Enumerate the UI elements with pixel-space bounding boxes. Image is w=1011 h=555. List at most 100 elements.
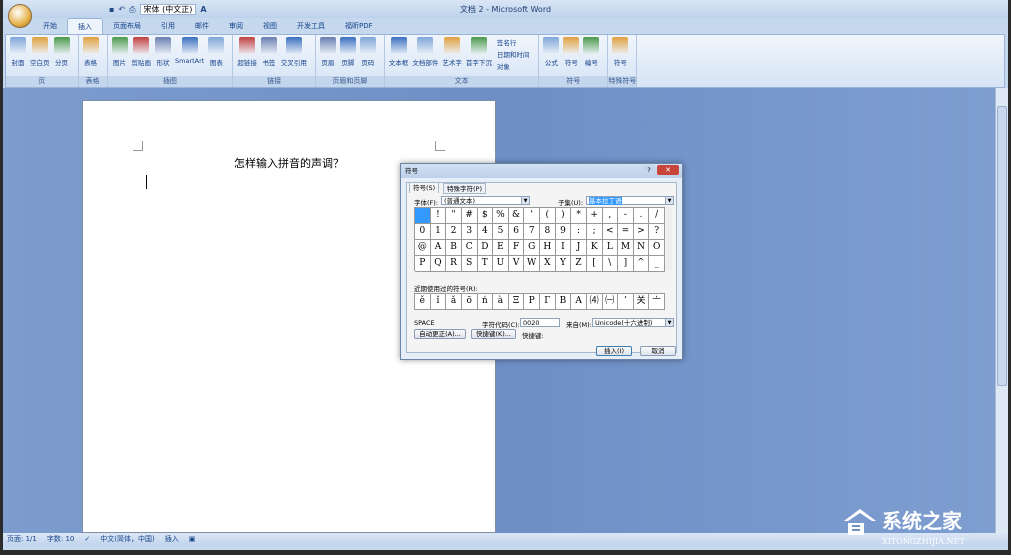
symbol-cell[interactable]: ] — [618, 256, 634, 272]
ribbon-button[interactable]: 剪贴画 — [130, 37, 154, 76]
grid-scrollbar[interactable] — [666, 207, 672, 271]
recent-symbol-cell[interactable]: ǎ — [446, 294, 462, 310]
chevron-down-icon[interactable]: ▼ — [521, 197, 529, 204]
ribbon-button[interactable]: 交叉引用 — [279, 37, 309, 76]
symbol-cell[interactable]: X — [540, 256, 556, 272]
ribbon-button[interactable]: 符号 — [610, 37, 630, 76]
symbol-cell[interactable]: ' — [524, 208, 540, 224]
ribbon-button[interactable]: 页脚 — [338, 37, 358, 76]
symbol-cell[interactable]: 0 — [415, 224, 431, 240]
recent-symbol-cell[interactable]: ǐ — [430, 294, 447, 310]
tab-symbols[interactable]: 符号(S) — [409, 182, 440, 193]
symbol-cell[interactable]: , — [602, 208, 619, 224]
macro-icon[interactable]: ▣ — [189, 535, 196, 543]
symbol-cell[interactable]: S — [461, 256, 478, 272]
ribbon-button[interactable]: 书签 — [259, 37, 279, 76]
vertical-scrollbar[interactable] — [995, 88, 1008, 533]
recent-symbol-cell[interactable]: 关 — [633, 294, 650, 310]
symbol-cell[interactable]: - — [618, 208, 634, 224]
language[interactable]: 中文(简体，中国) — [100, 534, 154, 544]
symbol-cell[interactable]: % — [493, 208, 509, 224]
symbol-cell[interactable]: A — [430, 240, 447, 256]
recent-symbol-cell[interactable]: ě — [415, 294, 431, 310]
symbol-cell[interactable]: I — [555, 240, 572, 256]
font-select[interactable]: (普通文本) ▼ — [441, 196, 530, 205]
tab-0[interactable]: 开始 — [33, 18, 67, 34]
symbol-cell[interactable]: O — [649, 240, 665, 256]
symbol-cell[interactable]: ^ — [633, 256, 650, 272]
chevron-down-icon[interactable]: ▼ — [665, 319, 673, 326]
character-code-input[interactable]: 0020 — [520, 318, 560, 327]
recent-symbol-cell[interactable]: ń — [477, 294, 494, 310]
symbol-cell[interactable]: B — [446, 240, 462, 256]
symbol-cell[interactable]: 5 — [493, 224, 509, 240]
ribbon-button[interactable]: 编号 — [581, 37, 601, 76]
font-size-icon[interactable]: A — [200, 5, 206, 14]
print-icon[interactable]: ⎙ — [129, 5, 135, 15]
word-count[interactable]: 字数: 10 — [47, 534, 75, 544]
symbol-cell[interactable]: " — [446, 208, 462, 224]
shortcut-key-button[interactable]: 快捷键(K)... — [471, 329, 516, 339]
symbol-cell[interactable]: N — [633, 240, 650, 256]
symbol-cell[interactable]: 8 — [540, 224, 556, 240]
tab-5[interactable]: 审阅 — [219, 18, 253, 34]
save-icon[interactable]: ▪ — [109, 5, 114, 14]
symbol-cell[interactable]: > — [633, 224, 650, 240]
recent-symbol-cell[interactable]: Ξ — [508, 294, 525, 310]
ribbon-small-button[interactable]: 签名行 — [497, 37, 530, 47]
proofing-icon[interactable]: ✓ — [84, 535, 90, 543]
symbol-cell[interactable]: ! — [430, 208, 447, 224]
symbol-cell[interactable]: Q — [430, 256, 447, 272]
symbol-cell[interactable]: # — [461, 208, 478, 224]
cancel-button[interactable]: 取消 — [640, 346, 676, 356]
symbol-cell[interactable]: [ — [586, 256, 603, 272]
symbol-cell[interactable]: : — [571, 224, 587, 240]
symbol-cell[interactable]: C — [461, 240, 478, 256]
scroll-thumb[interactable] — [997, 106, 1007, 386]
symbol-cell[interactable]: + — [586, 208, 603, 224]
subset-select[interactable]: 基本拉丁语 ▼ — [586, 196, 674, 205]
symbol-cell[interactable]: T — [477, 256, 494, 272]
recent-symbol-cell[interactable]: ⑷ — [586, 294, 603, 310]
symbol-cell[interactable]: E — [493, 240, 509, 256]
symbol-cell[interactable]: \ — [602, 256, 619, 272]
ribbon-small-button[interactable]: 对象 — [497, 61, 530, 71]
insert-button[interactable]: 插入(I) — [596, 346, 632, 356]
symbol-cell[interactable]: P — [415, 256, 431, 272]
from-select[interactable]: Unicode(十六进制) ▼ — [592, 318, 674, 327]
ribbon-button[interactable]: 图表 — [206, 37, 226, 76]
symbol-cell[interactable]: U — [493, 256, 509, 272]
recent-symbol-cell[interactable]: Β — [555, 294, 572, 310]
tab-1[interactable]: 插入 — [67, 18, 103, 34]
undo-icon[interactable]: ↶ — [118, 5, 125, 14]
tab-special-characters[interactable]: 特殊字符(P) — [443, 183, 486, 194]
symbol-cell[interactable]: 7 — [524, 224, 540, 240]
symbol-cell[interactable]: H — [540, 240, 556, 256]
recent-symbol-cell[interactable]: ō — [461, 294, 478, 310]
tab-2[interactable]: 页面布局 — [103, 18, 151, 34]
symbol-cell[interactable]: G — [524, 240, 540, 256]
symbol-cell[interactable]: ? — [649, 224, 665, 240]
symbol-cell[interactable]: Y — [555, 256, 572, 272]
symbol-cell[interactable]: . — [633, 208, 650, 224]
symbol-cell[interactable]: 1 — [430, 224, 447, 240]
chevron-down-icon[interactable]: ▼ — [665, 197, 673, 204]
ribbon-button[interactable]: 超链接 — [235, 37, 259, 76]
symbol-cell[interactable]: = — [618, 224, 634, 240]
tab-8[interactable]: 福昕PDF — [335, 18, 383, 34]
tab-3[interactable]: 引用 — [151, 18, 185, 34]
symbol-cell[interactable]: W — [524, 256, 540, 272]
symbol-cell[interactable]: J — [571, 240, 587, 256]
ribbon-button[interactable]: 图片 — [110, 37, 130, 76]
recent-symbol-cell[interactable]: ㈠ — [602, 294, 619, 310]
tab-4[interactable]: 邮件 — [185, 18, 219, 34]
symbol-cell[interactable]: & — [508, 208, 525, 224]
ribbon-button[interactable]: 形状 — [153, 37, 173, 76]
symbol-cell[interactable] — [415, 208, 431, 224]
recent-symbol-cell[interactable]: 〦 — [649, 294, 665, 310]
page-count[interactable]: 页面: 1/1 — [7, 534, 37, 544]
symbol-cell[interactable]: 3 — [461, 224, 478, 240]
ribbon-button[interactable]: 文本框 — [387, 37, 411, 76]
symbol-cell[interactable]: ( — [540, 208, 556, 224]
symbol-cell[interactable]: $ — [477, 208, 494, 224]
